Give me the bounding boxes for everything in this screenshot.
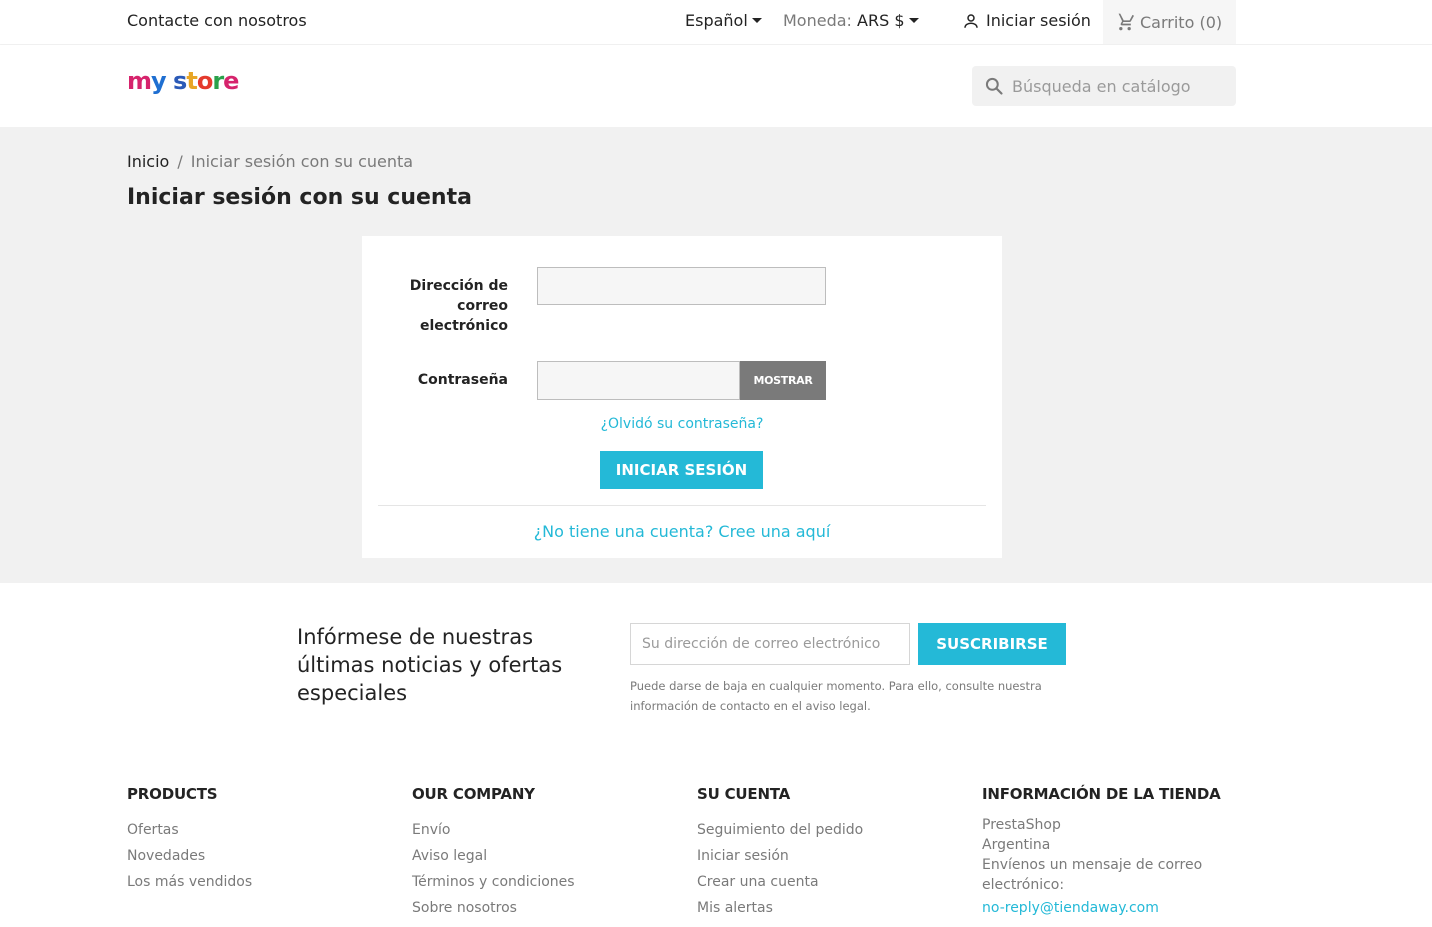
footer-link-mas-vendidos[interactable]: Los más vendidos: [127, 869, 252, 895]
divider: [378, 505, 986, 506]
cart-button[interactable]: Carrito (0): [1103, 0, 1236, 44]
person-icon: [964, 13, 978, 28]
store-email-line: Envíenos un mensaje de correo electrónic…: [982, 855, 1222, 921]
footer-link-envio[interactable]: Envío: [412, 817, 575, 843]
footer-account: SU CUENTA Seguimiento del pedido Iniciar…: [697, 785, 863, 921]
footer-company-title: OUR COMPANY: [412, 785, 535, 803]
footer-link-aviso-legal[interactable]: Aviso legal: [412, 843, 575, 869]
main-content: Inicio / Iniciar sesión con su cuenta Inic…: [0, 127, 1432, 583]
footer-link-iniciar-sesion[interactable]: Iniciar sesión: [697, 843, 863, 869]
store-email-prefix: Envíenos un mensaje de correo electrónic…: [982, 857, 1203, 893]
footer-products-title: PRODUCTS: [127, 785, 218, 803]
login-submit-button[interactable]: INICIAR SESIÓN: [600, 451, 763, 489]
password-field[interactable]: [537, 361, 740, 400]
footer-company: OUR COMPANY Envío Aviso legal Términos y…: [412, 785, 575, 921]
site-footer: PRODUCTS Ofertas Novedades Los más vendi…: [0, 763, 1432, 927]
store-name: PrestaShop: [982, 817, 1061, 833]
newsletter-note: Puede darse de baja en cualquier momento…: [630, 679, 1042, 713]
shopping-cart-icon: [1115, 13, 1134, 31]
footer-account-title: SU CUENTA: [697, 785, 791, 803]
footer-link-sobre-nosotros[interactable]: Sobre nosotros: [412, 895, 575, 921]
site-header: my store: [0, 45, 1432, 127]
footer-link-seguimiento[interactable]: Seguimiento del pedido: [697, 817, 863, 843]
signin-link[interactable]: Iniciar sesión: [962, 11, 1091, 30]
currency-selector[interactable]: Moneda: ARS $: [783, 11, 919, 30]
caret-down-icon: [751, 17, 762, 23]
footer-link-ofertas[interactable]: Ofertas: [127, 817, 252, 843]
forgot-password-link[interactable]: ¿Olvidó su contraseña?: [362, 416, 1002, 432]
caret-down-icon: [908, 17, 919, 23]
email-field[interactable]: [537, 267, 826, 305]
contact-link[interactable]: Contacte con nosotros: [127, 11, 307, 30]
show-password-button[interactable]: MOSTRAR: [740, 361, 826, 400]
language-label: Español: [685, 11, 748, 30]
store-country: Argentina: [982, 837, 1051, 853]
footer-link-terminos[interactable]: Términos y condiciones: [412, 869, 575, 895]
store-email-link[interactable]: no-reply@tiendaway.com: [982, 895, 1222, 921]
login-card: Dirección de correo electrónico Contrase…: [362, 236, 1002, 558]
newsletter-section: Infórmese de nuestras últimas noticias y…: [0, 583, 1432, 763]
breadcrumb-separator: /: [177, 152, 183, 171]
email-label: Dirección de correo electrónico: [409, 278, 508, 334]
store-info-text: PrestaShop Argentina Envíenos un mensaje…: [982, 815, 1222, 921]
footer-store-info: INFORMACIÓN DE LA TIENDA PrestaShop Arge…: [982, 785, 1222, 921]
password-label: Contraseña: [417, 372, 508, 388]
footer-link-novedades[interactable]: Novedades: [127, 843, 252, 869]
breadcrumb-home[interactable]: Inicio: [127, 152, 169, 171]
search-input[interactable]: [1012, 76, 1222, 96]
newsletter-email-input[interactable]: Su dirección de correo electrónico: [630, 623, 910, 665]
footer-link-crear-cuenta[interactable]: Crear una cuenta: [697, 869, 863, 895]
breadcrumb: Inicio / Iniciar sesión con su cuenta: [127, 152, 413, 171]
footer-link-mis-alertas[interactable]: Mis alertas: [697, 895, 863, 921]
store-logo[interactable]: my store: [127, 67, 239, 95]
footer-store-title: INFORMACIÓN DE LA TIENDA: [982, 785, 1221, 803]
subscribe-button[interactable]: SUSCRIBIRSE: [918, 623, 1066, 665]
search-icon: [985, 77, 1003, 95]
signin-label: Iniciar sesión: [986, 11, 1091, 30]
create-account-link[interactable]: ¿No tiene una cuenta? Cree una aquí: [362, 522, 1002, 541]
currency-label: Moneda:: [783, 11, 852, 30]
cart-label: Carrito (0): [1140, 12, 1223, 32]
currency-value: ARS $: [857, 11, 905, 30]
breadcrumb-current: Iniciar sesión con su cuenta: [190, 152, 414, 171]
page-title: Iniciar sesión con su cuenta: [127, 185, 472, 210]
language-selector[interactable]: Español: [685, 11, 762, 30]
newsletter-title: Infórmese de nuestras últimas noticias y…: [297, 625, 563, 705]
footer-products: PRODUCTS Ofertas Novedades Los más vendi…: [127, 785, 252, 895]
top-nav: Contacte con nosotros Español Moneda: AR…: [0, 0, 1432, 45]
search-box[interactable]: [972, 66, 1236, 106]
